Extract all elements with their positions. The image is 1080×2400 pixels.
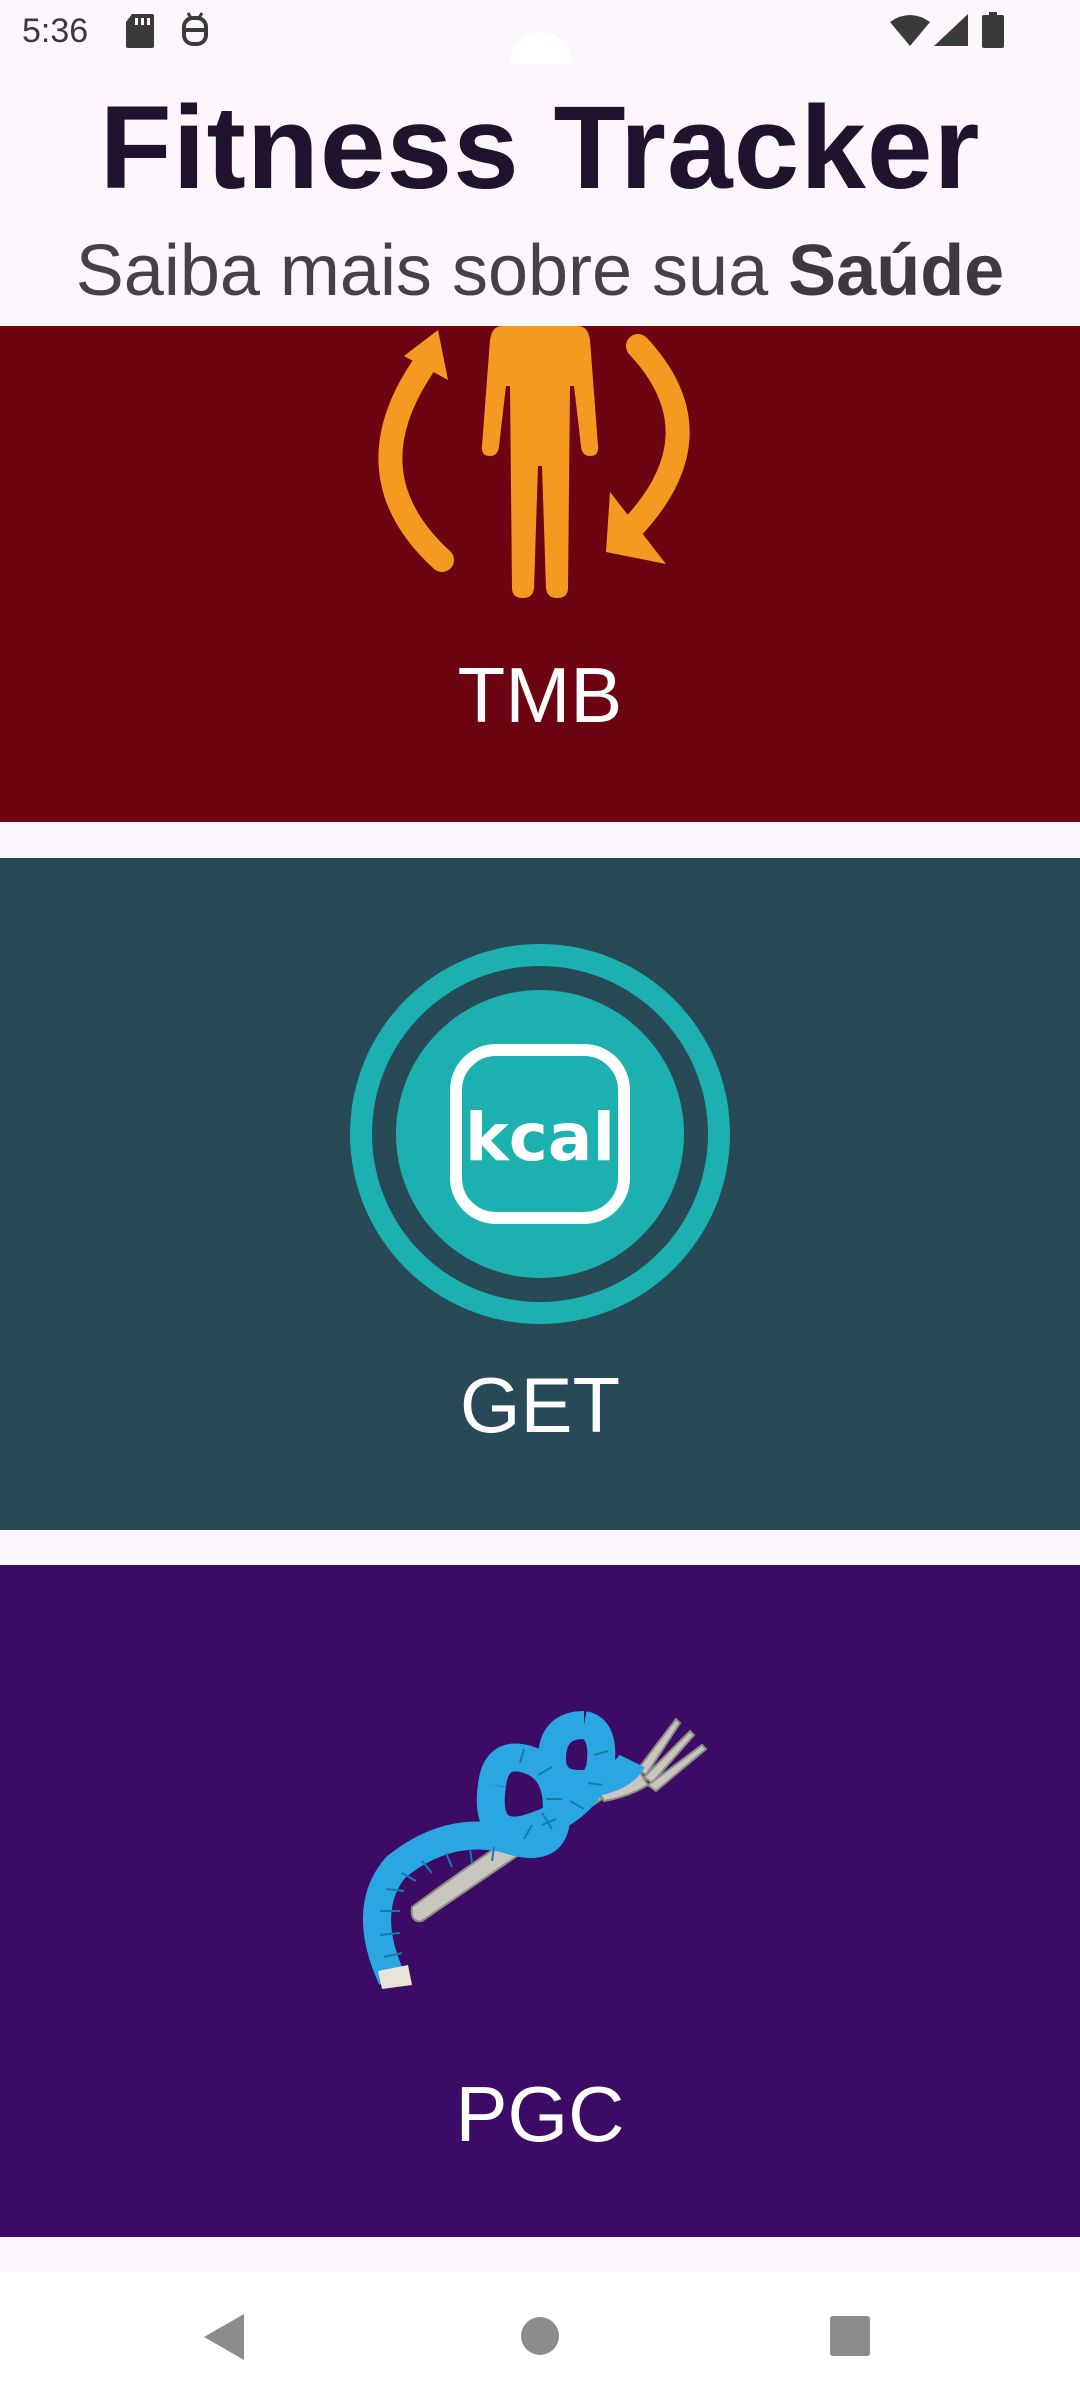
header: Fitness Tracker Saiba mais sobre sua Saú… [0,64,1080,326]
sd-card-icon [126,14,154,48]
signal-icon [934,14,968,46]
tmb-card[interactable]: TMB [0,326,1080,822]
pgc-card[interactable]: PGC [0,1565,1080,2237]
battery-icon [982,12,1004,48]
measuring-tape-fork-icon [363,1711,708,1989]
wifi-icon [890,15,930,46]
status-bar: 5:36 [0,0,1080,94]
get-card[interactable]: kcal GET [0,858,1080,1530]
app-subtitle: Saiba mais sobre sua Saúde [0,231,1080,311]
app-title: Fitness Tracker [99,82,981,214]
recents-icon[interactable] [830,2316,870,2356]
kcal-icon: kcal [350,944,730,1324]
subtitle-text: Saiba mais sobre sua [75,231,789,311]
navigation-bar [0,2272,1080,2400]
back-icon[interactable] [204,2314,244,2360]
android-debug-icon [182,12,208,46]
pgc-label: PGC [455,2070,625,2158]
subtitle-emphasis: Saúde [788,231,1005,311]
status-time: 5:36 [22,12,89,50]
home-icon[interactable] [520,2316,560,2356]
get-label: GET [459,1361,621,1449]
tmb-label: TMB [457,651,623,739]
svg-text:kcal: kcal [465,1099,615,1176]
body-rotation-icon [378,326,690,598]
